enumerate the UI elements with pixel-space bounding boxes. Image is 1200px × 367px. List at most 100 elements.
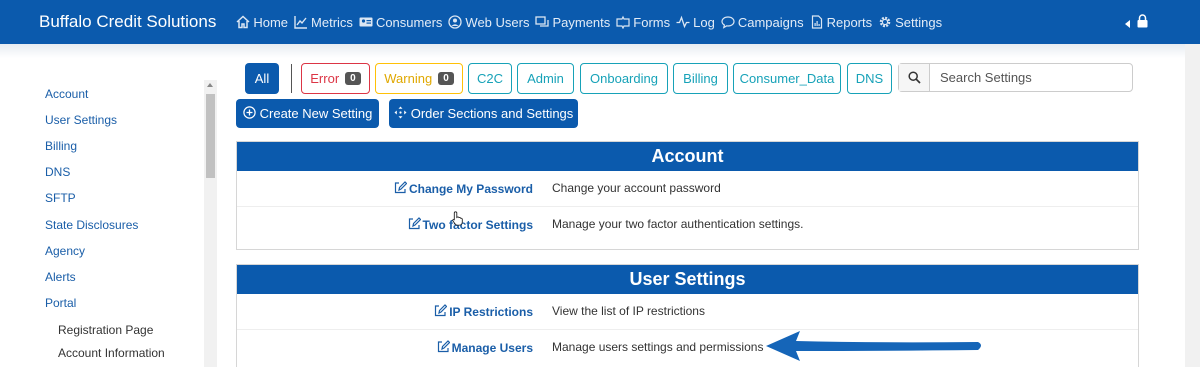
- nav-label: Reports: [826, 14, 873, 30]
- sidebar-subitem-account-information[interactable]: Account Information: [58, 346, 165, 360]
- setting-link-label: IP Restrictions: [449, 305, 533, 319]
- setting-description: Manage your two factor authentication se…: [552, 217, 804, 231]
- setting-link-label: Manage Users: [451, 341, 533, 355]
- filter-divider: [291, 64, 292, 93]
- order-sections-button[interactable]: Order Sections and Settings: [389, 99, 578, 128]
- sidebar-item-agency[interactable]: Agency: [45, 244, 85, 258]
- sidebar-item-alerts[interactable]: Alerts: [45, 270, 76, 284]
- move-arrows-icon: [394, 106, 407, 122]
- sidebar-item-portal[interactable]: Portal: [45, 296, 76, 310]
- collapse-left-icon[interactable]: [1125, 15, 1130, 33]
- search-settings: [898, 63, 1133, 92]
- sidebar-subitem-registration-page[interactable]: Registration Page: [58, 323, 153, 337]
- filter-dns-button[interactable]: DNS: [847, 63, 892, 94]
- payment-icon: [535, 15, 550, 29]
- nav-label: Log: [693, 14, 715, 30]
- section-account: Account Change My Password Change your a…: [236, 141, 1139, 250]
- setting-description: Manage users settings and permissions: [552, 340, 764, 354]
- sidebar-item-billing[interactable]: Billing: [45, 139, 77, 153]
- nav-label: Consumers: [375, 14, 443, 30]
- setting-row: Two factor Settings Manage your two fact…: [237, 207, 1138, 243]
- nav-item-web-users[interactable]: Web Users: [448, 15, 529, 30]
- create-new-setting-label: Create New Setting: [259, 106, 373, 121]
- create-new-setting-button[interactable]: Create New Setting: [236, 99, 379, 128]
- sidebar-item-state-disclosures[interactable]: State Disclosures: [45, 218, 138, 232]
- two-factor-settings-link[interactable]: Two factor Settings: [408, 217, 533, 233]
- setting-link-label: Two factor Settings: [422, 218, 533, 232]
- nav-item-settings[interactable]: Settings: [878, 15, 942, 30]
- filter-consumer-data-button[interactable]: Consumer_Data: [733, 63, 841, 94]
- nav-label: Campaigns: [737, 14, 804, 30]
- edit-icon: [434, 304, 448, 320]
- search-input[interactable]: [930, 64, 1130, 91]
- nav-menu: Home Metrics Consumers Web Users Payment…: [230, 15, 942, 30]
- nav-item-log[interactable]: Log: [676, 15, 715, 30]
- nav-item-payments[interactable]: Payments: [535, 15, 610, 30]
- edit-icon: [394, 181, 408, 197]
- home-icon: [236, 15, 250, 29]
- hand-cursor-icon: [452, 211, 464, 231]
- nav-label: Payments: [552, 14, 611, 30]
- sidebar-item-dns[interactable]: DNS: [45, 165, 70, 179]
- sidebar-item-account[interactable]: Account: [45, 87, 88, 101]
- nav-label: Metrics: [311, 14, 353, 30]
- filter-warning-label: Warning: [384, 71, 433, 86]
- annotation-arrow: [766, 329, 986, 367]
- nav-label: Settings: [895, 14, 943, 30]
- manage-users-link[interactable]: Manage Users: [437, 340, 533, 356]
- chat-icon: [721, 15, 735, 29]
- lock-icon[interactable]: [1137, 14, 1148, 33]
- id-card-icon: [359, 15, 373, 29]
- nav-item-campaigns[interactable]: Campaigns: [721, 15, 804, 30]
- pulse-icon: [676, 15, 690, 29]
- ip-restrictions-link[interactable]: IP Restrictions: [434, 304, 533, 320]
- sidebar-item-user-settings[interactable]: User Settings: [45, 113, 117, 127]
- search-icon[interactable]: [899, 64, 930, 91]
- setting-link-label: Change My Password: [408, 182, 533, 196]
- sidebar-scrollbar[interactable]: [204, 80, 217, 367]
- filter-error-button[interactable]: Error 0: [301, 63, 370, 94]
- order-sections-label: Order Sections and Settings: [410, 106, 574, 121]
- filter-c2c-button[interactable]: C2C: [468, 63, 512, 94]
- setting-row: Change My Password Change your account p…: [237, 171, 1138, 207]
- nav-item-home[interactable]: Home: [236, 15, 288, 30]
- forms-icon: [616, 15, 630, 29]
- page-scrollbar[interactable]: [1185, 44, 1200, 367]
- user-circle-icon: [448, 15, 463, 29]
- nav-label: Web Users: [465, 14, 530, 30]
- sidebar-scroll-thumb[interactable]: [206, 94, 215, 178]
- sidebar-item-sftp[interactable]: SFTP: [45, 191, 76, 205]
- scroll-up-arrow-icon[interactable]: [207, 83, 213, 87]
- gear-icon: [878, 15, 892, 29]
- section-title: Account: [237, 142, 1138, 171]
- filter-all-button[interactable]: All: [245, 63, 279, 94]
- brand-name[interactable]: Buffalo Credit Solutions: [39, 12, 216, 32]
- change-password-link[interactable]: Change My Password: [394, 181, 533, 197]
- filter-error-label: Error: [310, 71, 340, 86]
- setting-description: Change your account password: [552, 181, 721, 195]
- nav-item-reports[interactable]: Reports: [810, 14, 873, 30]
- nav-item-metrics[interactable]: Metrics: [294, 15, 353, 30]
- report-icon: [810, 15, 824, 29]
- nav-item-consumers[interactable]: Consumers: [359, 15, 442, 30]
- nav-right-controls: [1125, 14, 1148, 33]
- section-title: User Settings: [237, 265, 1138, 294]
- nav-label: Home: [253, 14, 289, 30]
- top-navbar: Buffalo Credit Solutions Home Metrics Co…: [0, 0, 1200, 44]
- filter-onboarding-button[interactable]: Onboarding: [580, 63, 668, 94]
- setting-row: IP Restrictions View the list of IP rest…: [237, 294, 1138, 330]
- chart-icon: [294, 15, 308, 29]
- nav-item-forms[interactable]: Forms: [616, 15, 670, 30]
- setting-description: View the list of IP restrictions: [552, 304, 705, 318]
- edit-icon: [408, 217, 421, 233]
- nav-label: Forms: [633, 14, 671, 30]
- navbar-shadow: [0, 44, 1185, 58]
- error-count-badge: 0: [345, 72, 361, 85]
- filter-billing-button[interactable]: Billing: [673, 63, 728, 94]
- warning-count-badge: 0: [438, 72, 454, 85]
- edit-icon: [437, 340, 450, 356]
- settings-sidebar: Account User Settings Billing DNS SFTP S…: [0, 80, 218, 367]
- filter-admin-button[interactable]: Admin: [517, 63, 574, 94]
- section-user-settings: User Settings IP Restrictions View the l…: [236, 264, 1139, 367]
- filter-warning-button[interactable]: Warning 0: [375, 63, 463, 94]
